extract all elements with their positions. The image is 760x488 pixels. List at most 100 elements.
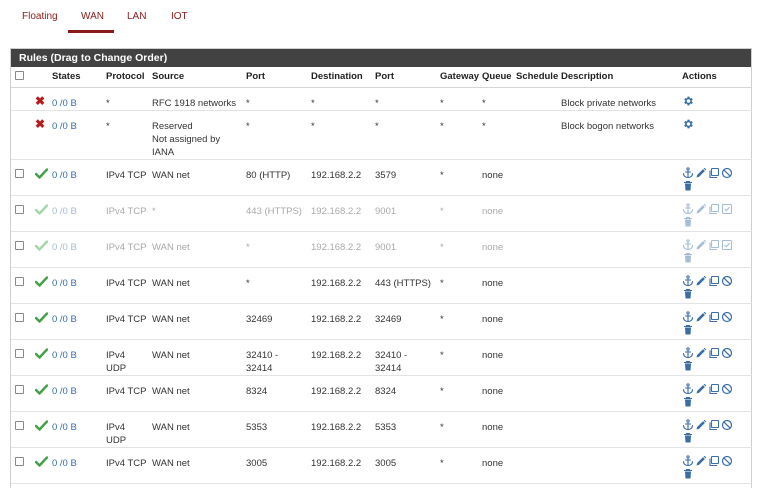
actions-cell xyxy=(678,447,752,484)
disable-rule-icon[interactable] xyxy=(721,455,733,471)
description-cell xyxy=(557,303,678,340)
table-row[interactable]: ✖ 0 /0 B * Reserved Not assigned by IANA *… xyxy=(11,110,752,160)
actions-cell xyxy=(678,411,752,448)
row-select-checkbox[interactable] xyxy=(15,240,24,250)
row-select-checkbox[interactable] xyxy=(15,168,24,178)
trash-icon[interactable] xyxy=(682,324,694,340)
table-row[interactable]: ✖ 0 /0 B * RFC 1918 networks * * * * * B… xyxy=(11,87,752,111)
tab-floating[interactable]: Floating xyxy=(22,11,58,33)
trash-icon[interactable] xyxy=(682,252,694,268)
pencil-icon[interactable] xyxy=(695,419,707,435)
source-line: IANA xyxy=(152,146,175,158)
row-checkbox-cell xyxy=(11,339,31,376)
table-row[interactable]: 0 /0 B IPv4 TCP WAN net 8324 192.168.2.2… xyxy=(11,375,752,412)
destination-cell: 192.168.2.2 xyxy=(307,447,371,484)
row-select-checkbox[interactable] xyxy=(15,348,24,358)
copy-icon[interactable] xyxy=(708,383,720,399)
copy-icon[interactable] xyxy=(708,239,720,255)
row-select-checkbox[interactable] xyxy=(15,204,24,214)
source-cell: RFC 1918 networks xyxy=(148,87,242,111)
states-link[interactable]: 0 /0 B xyxy=(48,87,102,111)
schedule-cell xyxy=(512,159,557,196)
disable-rule-icon[interactable] xyxy=(721,275,733,291)
table-row[interactable]: 0 /0 B IPv4 UDP WAN net 32410 - 32414 19… xyxy=(11,339,752,376)
states-link[interactable]: 0 /0 B xyxy=(48,159,102,196)
gear-icon[interactable] xyxy=(682,95,694,111)
enable-rule-icon[interactable] xyxy=(721,239,733,255)
destination-cell: 192.168.2.2 xyxy=(307,375,371,412)
table-row[interactable]: 0 /0 B IPv4 TCP WAN net * 192.168.2.2 44… xyxy=(11,267,752,304)
select-all-checkbox[interactable] xyxy=(15,70,24,80)
tab-iot[interactable]: IOT xyxy=(171,11,188,33)
gear-icon[interactable] xyxy=(682,118,694,134)
description-cell xyxy=(557,375,678,412)
source-line: WAN net xyxy=(152,277,190,289)
table-row[interactable]: 0 /0 B IPv4 TCP * 443 (HTTPS) 192.168.2.… xyxy=(11,195,752,232)
queue-cell: none xyxy=(478,411,512,448)
states-link[interactable]: 0 /0 B xyxy=(48,339,102,376)
col-header-states: States xyxy=(48,67,102,88)
trash-icon[interactable] xyxy=(682,432,694,448)
table-row[interactable]: 0 /0 B IPv4 TCP WAN net 3005 192.168.2.2… xyxy=(11,447,752,484)
table-row[interactable]: 0 /0 B IPv4 TCP WAN net 32469 192.168.2.… xyxy=(11,303,752,340)
table-row[interactable]: 0 /0 B IPv4 TCP WAN net * 192.168.2.2 90… xyxy=(11,231,752,268)
rule-status-cell xyxy=(31,159,48,196)
table-row[interactable]: 0 /0 B IPv4 TCP WAN net 80 (HTTP) 192.16… xyxy=(11,159,752,196)
states-link[interactable]: 0 /0 B xyxy=(48,195,102,232)
dest-port-cell: 5353 xyxy=(371,411,436,448)
disable-rule-icon[interactable] xyxy=(721,311,733,327)
destination-cell: * xyxy=(307,87,371,111)
pencil-icon[interactable] xyxy=(695,275,707,291)
gateway-cell: * xyxy=(436,231,478,268)
pencil-icon[interactable] xyxy=(695,383,707,399)
trash-icon[interactable] xyxy=(682,360,694,376)
table-row[interactable]: 0 /0 B IPv4 UDP WAN net 5353 192.168.2.2… xyxy=(11,411,752,448)
disable-rule-icon[interactable] xyxy=(721,419,733,435)
trash-icon[interactable] xyxy=(682,180,694,196)
tab-lan[interactable]: LAN xyxy=(127,11,146,33)
row-select-checkbox[interactable] xyxy=(15,384,24,394)
pass-icon xyxy=(35,455,48,467)
pencil-icon[interactable] xyxy=(695,347,707,363)
pass-icon xyxy=(35,203,48,215)
disable-rule-icon[interactable] xyxy=(721,383,733,399)
states-link[interactable]: 0 /0 B xyxy=(48,375,102,412)
copy-icon[interactable] xyxy=(708,203,720,219)
dest-port-cell: 8324 xyxy=(371,375,436,412)
trash-icon[interactable] xyxy=(682,216,694,232)
copy-icon[interactable] xyxy=(708,311,720,327)
description-cell: Block private networks xyxy=(557,87,678,111)
row-select-checkbox[interactable] xyxy=(15,420,24,430)
copy-icon[interactable] xyxy=(708,275,720,291)
pencil-icon[interactable] xyxy=(695,203,707,219)
row-select-checkbox[interactable] xyxy=(15,312,24,322)
pencil-icon[interactable] xyxy=(695,167,707,183)
tab-wan[interactable]: WAN xyxy=(68,11,114,33)
states-link[interactable]: 0 /0 B xyxy=(48,110,102,160)
row-select-checkbox[interactable] xyxy=(15,276,24,286)
states-link[interactable]: 0 /0 B xyxy=(48,267,102,304)
states-link[interactable]: 0 /0 B xyxy=(48,447,102,484)
pencil-icon[interactable] xyxy=(695,239,707,255)
source-cell: WAN net xyxy=(148,339,242,376)
schedule-cell xyxy=(512,267,557,304)
rules-panel: Rules (Drag to Change Order) States Prot… xyxy=(10,48,752,488)
copy-icon[interactable] xyxy=(708,347,720,363)
states-link[interactable]: 0 /0 B xyxy=(48,411,102,448)
disable-rule-icon[interactable] xyxy=(721,167,733,183)
trash-icon[interactable] xyxy=(682,288,694,304)
pencil-icon[interactable] xyxy=(695,311,707,327)
copy-icon[interactable] xyxy=(708,419,720,435)
pencil-icon[interactable] xyxy=(695,455,707,471)
copy-icon[interactable] xyxy=(708,167,720,183)
states-link[interactable]: 0 /0 B xyxy=(48,231,102,268)
states-link[interactable]: 0 /0 B xyxy=(48,303,102,340)
source-line: Reserved xyxy=(152,120,193,132)
disable-rule-icon[interactable] xyxy=(721,347,733,363)
trash-icon[interactable] xyxy=(682,468,694,484)
copy-icon[interactable] xyxy=(708,455,720,471)
enable-rule-icon[interactable] xyxy=(721,203,733,219)
destination-cell: 192.168.2.2 xyxy=(307,303,371,340)
row-select-checkbox[interactable] xyxy=(15,456,24,466)
trash-icon[interactable] xyxy=(682,396,694,412)
